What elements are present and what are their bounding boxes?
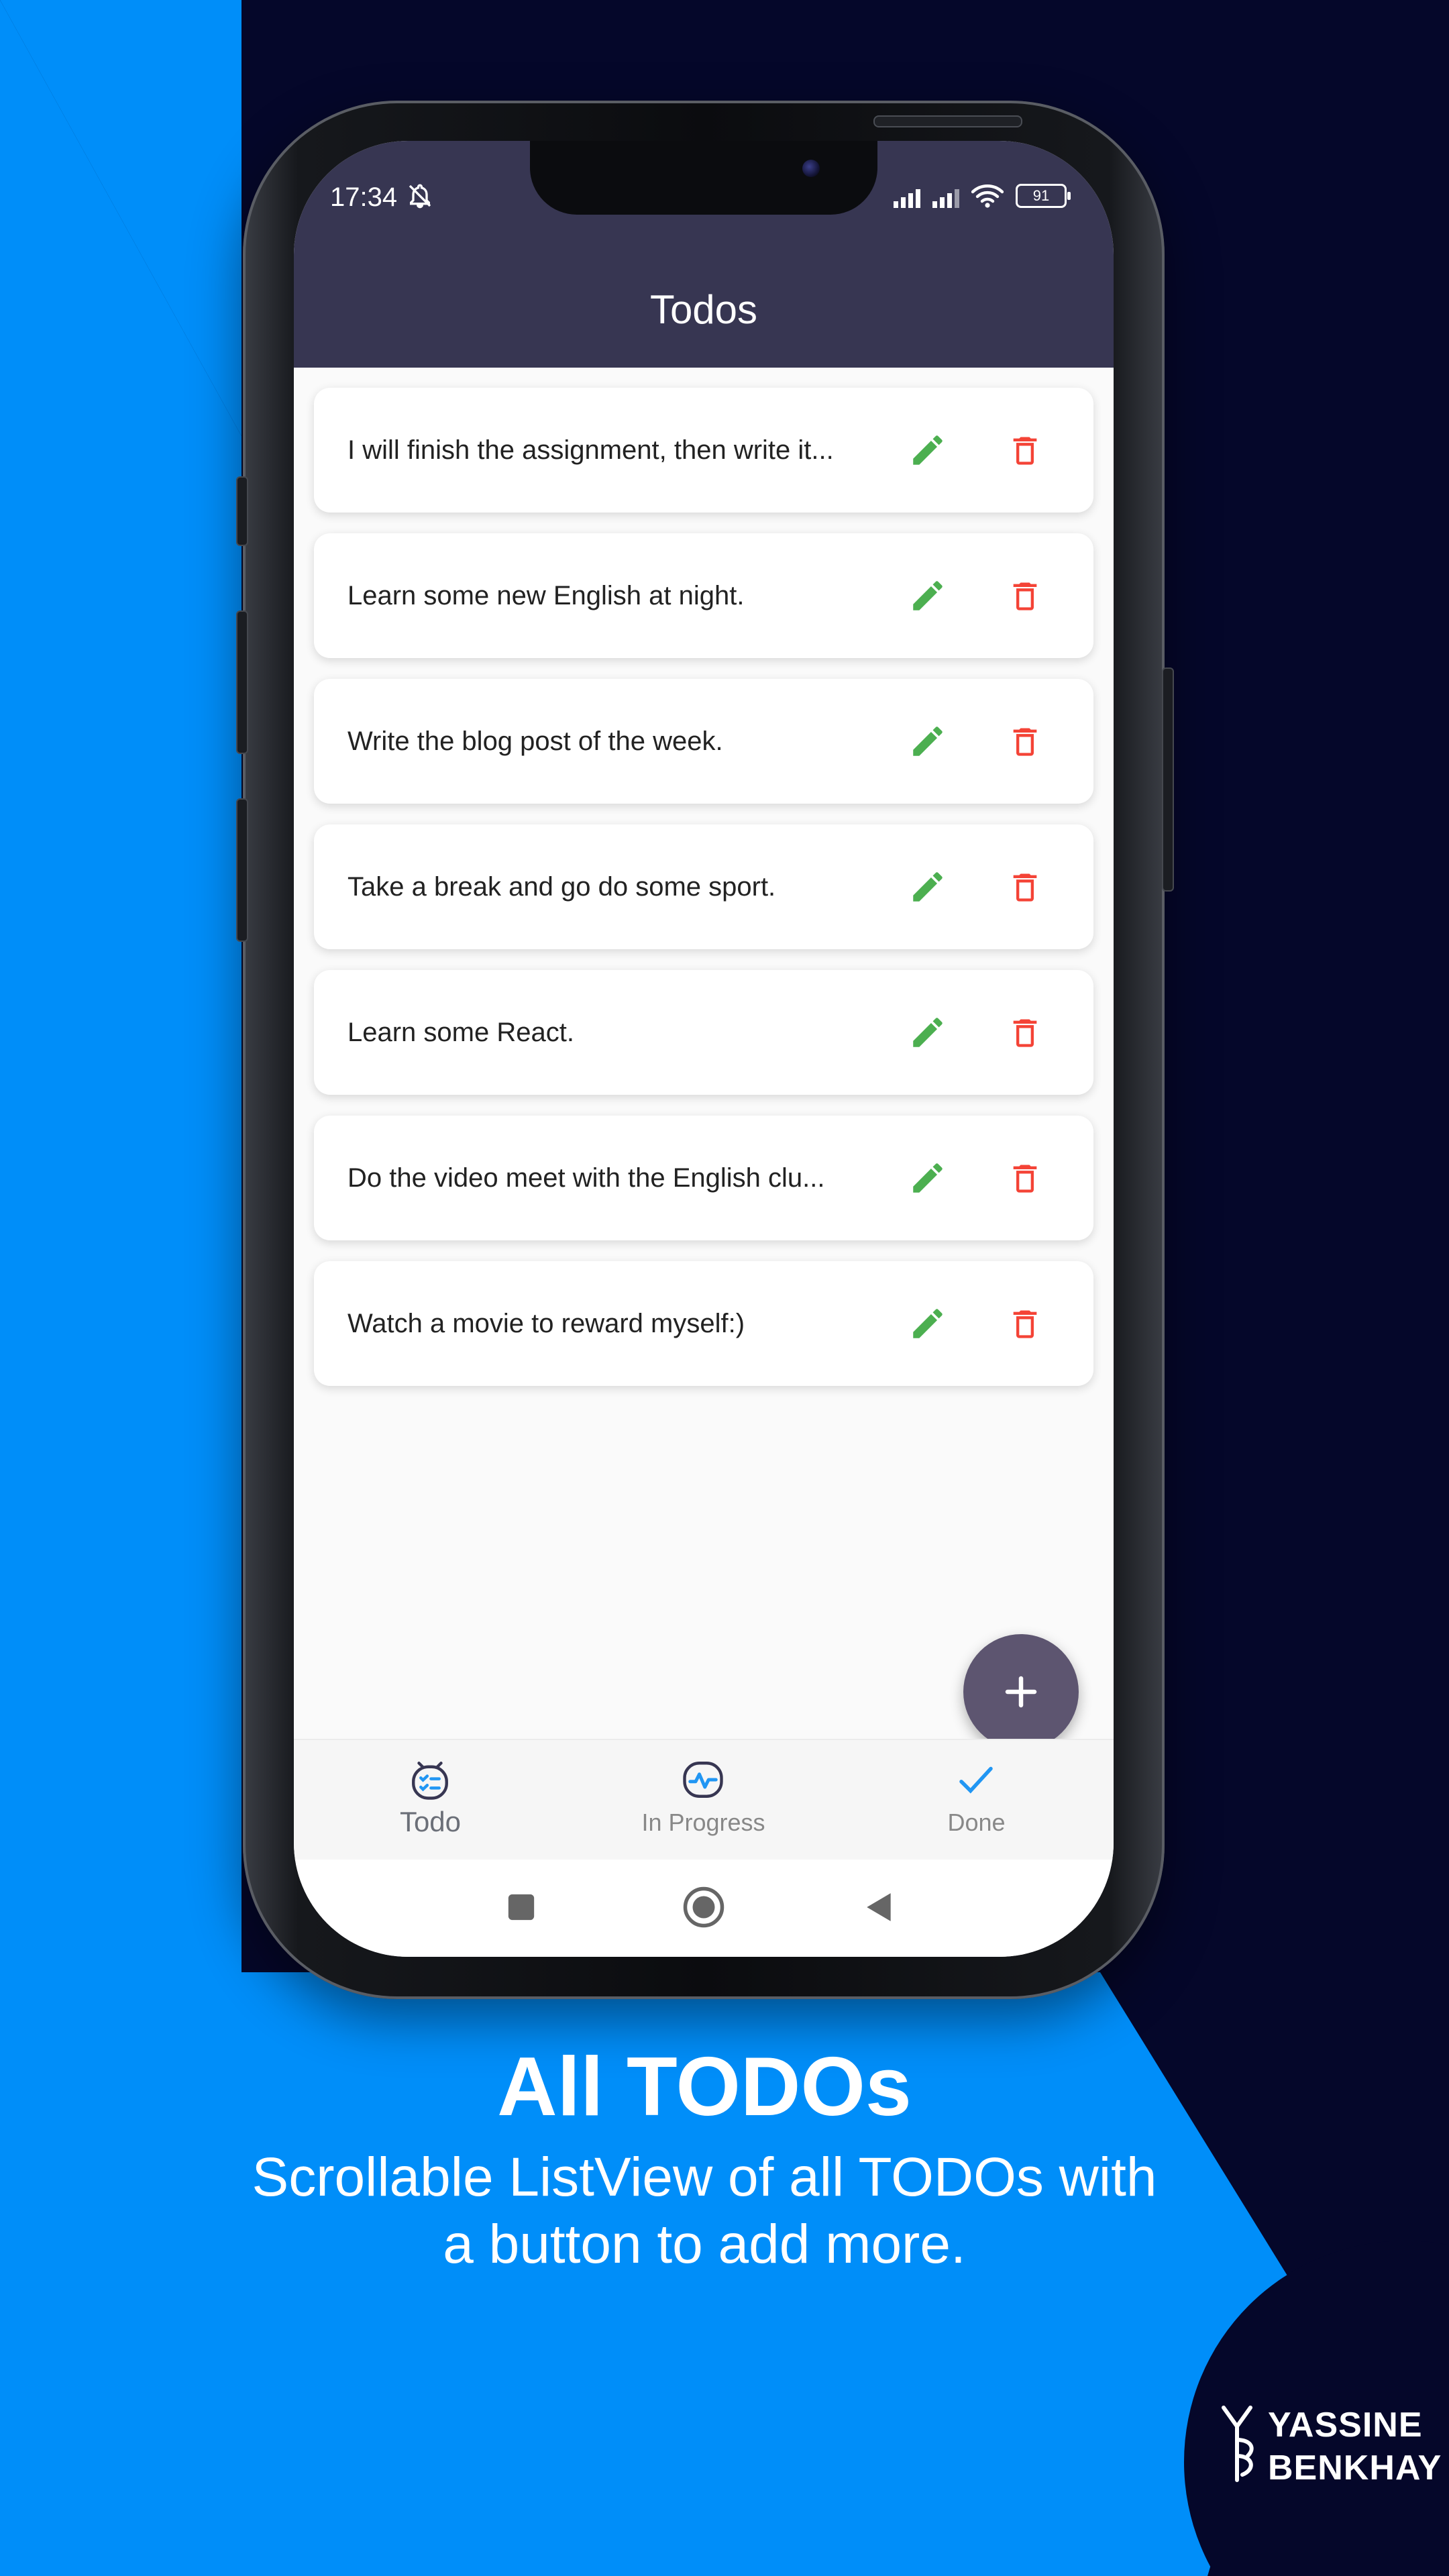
todo-text: I will finish the assignment, then write… (347, 435, 834, 465)
todo-text: Take a break and go do some sport. (347, 872, 776, 902)
status-bar: 17:34 91 (294, 141, 1114, 251)
todo-text: Do the video meet with the English clu..… (347, 1163, 825, 1193)
todo-text: Watch a movie to reward myself:) (347, 1309, 745, 1338)
nav-item-todo[interactable]: Todo (294, 1740, 567, 1861)
todo-item[interactable]: Learn some React. (314, 970, 1093, 1095)
status-icons: 91 (894, 181, 1071, 208)
brand-name-line1: YASSINE (1268, 2406, 1423, 2445)
battery-icon: 91 (1016, 184, 1071, 208)
phone-button (236, 476, 248, 546)
logo-mark-icon (1222, 2406, 1254, 2482)
todo-item[interactable]: I will finish the assignment, then write… (314, 388, 1093, 513)
power-button (1162, 667, 1174, 892)
volume-down-button (236, 798, 248, 942)
todo-text: Learn some React. (347, 1018, 574, 1047)
brand-name-line2: BENKHAY (1268, 2449, 1442, 2487)
pencil-icon[interactable] (908, 1159, 947, 1197)
trash-icon[interactable] (1008, 1013, 1042, 1052)
pencil-icon[interactable] (908, 576, 947, 615)
plus-icon (1005, 1676, 1037, 1708)
page-title: Todos (649, 286, 758, 332)
app-bar: Todos (294, 251, 1114, 368)
nav-item-done[interactable]: Done (840, 1740, 1113, 1861)
status-time: 17:34 (330, 182, 398, 212)
system-navigation-bar (294, 1860, 1114, 1957)
check-icon (959, 1766, 993, 1794)
signal-icon (894, 189, 920, 208)
trash-icon[interactable] (1008, 867, 1042, 906)
nav-label-todo: Todo (399, 1806, 462, 1837)
todo-text: Write the blog post of the week. (347, 727, 723, 756)
bottom-navigation: Todo In Progress Done (294, 1739, 1114, 1861)
bell-off-icon (409, 184, 431, 209)
todo-item[interactable]: Write the blog post of the week. (314, 679, 1093, 804)
caption-title: All TODOs (497, 2041, 912, 2133)
caption-subtitle-line1: Scrollable ListView of all TODOs with (252, 2147, 1157, 2208)
nav-label-in-progress: In Progress (641, 1809, 765, 1836)
back-icon[interactable] (863, 1889, 896, 1925)
trash-icon[interactable] (1008, 1304, 1042, 1343)
trash-icon[interactable] (1008, 576, 1042, 615)
brand-logo: YASSINE BENKHAY (1221, 2405, 1442, 2487)
add-todo-button[interactable] (963, 1634, 1079, 1750)
phone-speaker (873, 115, 1022, 127)
pencil-icon[interactable] (908, 1304, 947, 1343)
pencil-icon[interactable] (908, 722, 947, 761)
trash-icon[interactable] (1008, 1159, 1042, 1197)
caption-subtitle: Scrollable ListView of all TODOs with a … (134, 2144, 1275, 2278)
phone-screen: 17:34 91 Todos I will finish the assignm… (294, 141, 1114, 1957)
front-camera (802, 160, 820, 177)
volume-up-button (236, 610, 248, 754)
activity-icon (683, 1762, 723, 1798)
trash-icon[interactable] (1008, 431, 1042, 470)
pencil-icon[interactable] (908, 867, 947, 906)
todo-item[interactable]: Learn some new English at night. (314, 533, 1093, 658)
recents-icon[interactable] (506, 1892, 537, 1923)
todo-item[interactable]: Watch a movie to reward myself:) (314, 1261, 1093, 1386)
phone-frame: 17:34 91 Todos I will finish the assignm… (236, 101, 1174, 1999)
todo-item[interactable]: Do the video meet with the English clu..… (314, 1116, 1093, 1240)
pencil-icon[interactable] (908, 1013, 947, 1052)
notch (530, 141, 877, 215)
nav-label-done: Done (947, 1809, 1006, 1836)
todo-item[interactable]: Take a break and go do some sport. (314, 824, 1093, 949)
checklist-icon (412, 1762, 448, 1800)
pencil-icon[interactable] (908, 431, 947, 470)
nav-item-in-progress[interactable]: In Progress (567, 1740, 840, 1861)
trash-icon[interactable] (1008, 722, 1042, 761)
wifi-icon (971, 184, 1004, 208)
home-icon[interactable] (682, 1885, 726, 1929)
signal-icon-2 (932, 189, 959, 208)
caption-subtitle-line2: a button to add more. (443, 2214, 966, 2275)
todo-text: Learn some new English at night. (347, 581, 745, 610)
